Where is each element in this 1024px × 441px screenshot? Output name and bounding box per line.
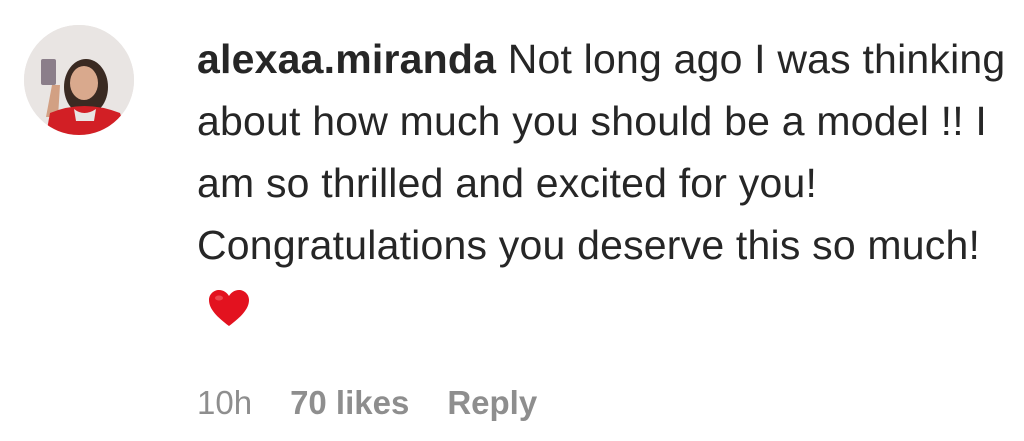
red-heart-icon bbox=[209, 290, 249, 326]
comment-time: 10h bbox=[197, 384, 253, 421]
comment-text-block: alexaa.miranda Not long ago I was thinki… bbox=[197, 28, 1007, 338]
likes-count-button[interactable]: 70 likes bbox=[290, 384, 409, 421]
profile-photo bbox=[24, 25, 134, 135]
comment-meta: 10h 70 likes Reply bbox=[197, 384, 575, 422]
comment-body: alexaa.miranda Not long ago I was thinki… bbox=[197, 28, 1007, 338]
reply-button[interactable]: Reply bbox=[447, 384, 537, 421]
comment-item: alexaa.miranda Not long ago I was thinki… bbox=[0, 0, 1024, 441]
comment-username[interactable]: alexaa.miranda bbox=[197, 36, 496, 82]
avatar[interactable] bbox=[24, 25, 134, 135]
